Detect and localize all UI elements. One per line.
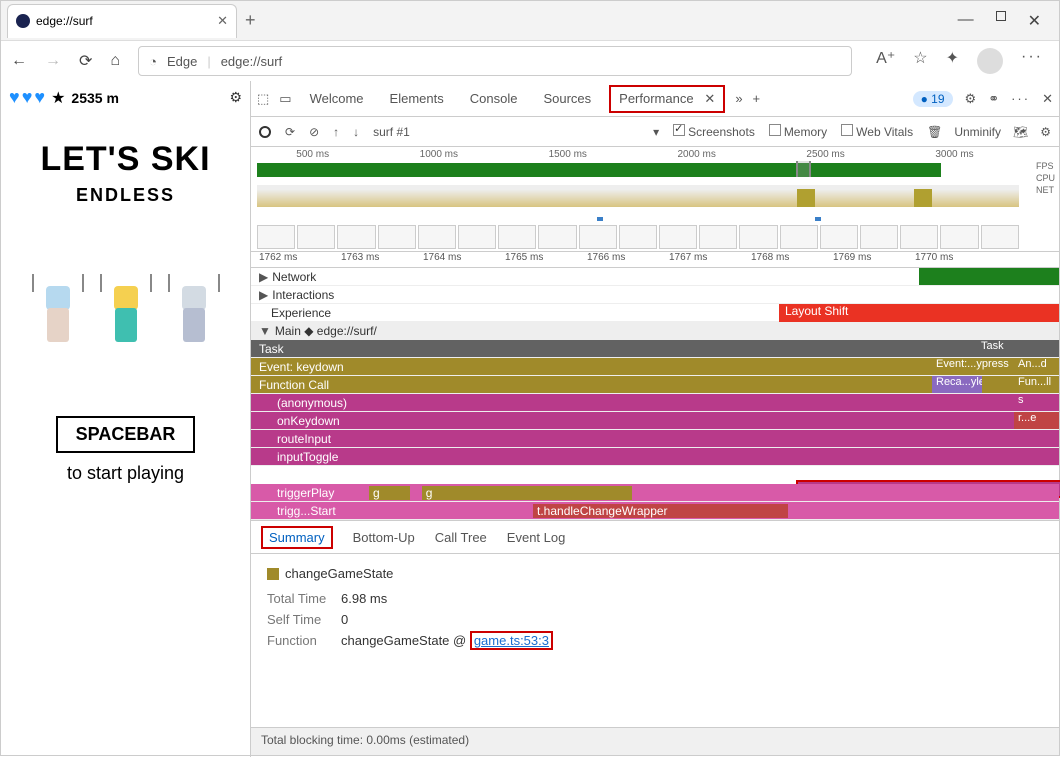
device-icon[interactable]: ▭ [279, 91, 291, 107]
favicon-icon [16, 14, 30, 28]
close-tab-icon[interactable]: ✕ [217, 13, 228, 29]
menu-icon[interactable]: ··· [1021, 48, 1043, 74]
session-select[interactable]: surf #1 [373, 125, 410, 139]
maximize-icon[interactable] [996, 11, 1006, 21]
trash-icon[interactable]: 🗑 [927, 125, 942, 139]
status-bar: Total blocking time: 0.00ms (estimated) [251, 727, 1059, 755]
download-icon[interactable]: ↓ [353, 125, 359, 139]
summary-tab[interactable]: Summary [261, 526, 333, 549]
reading-icon[interactable]: A⁺ [876, 48, 895, 74]
inspect-icon[interactable]: ⬚ [257, 91, 269, 107]
color-swatch [267, 568, 279, 580]
game-panel: ♥♥♥ ★ 2535 m ⚙ LET'S SKI ENDLESS SPACEBA… [1, 81, 251, 757]
clear-icon[interactable]: ⊘ [309, 125, 319, 139]
summary-pane: changeGameState Total Time6.98 ms Self T… [251, 554, 1059, 666]
home-button[interactable]: ⌂ [110, 52, 120, 70]
tab-title: edge://surf [36, 14, 93, 28]
settings-icon[interactable]: ⚙ [229, 89, 242, 106]
character-select[interactable] [36, 282, 216, 372]
game-title: LET'S SKI [40, 140, 210, 179]
overview-timeline[interactable]: 500 ms1000 ms1500 ms2000 ms2500 ms3000 m… [251, 147, 1059, 252]
spacebar-button[interactable]: SPACEBAR [56, 416, 196, 453]
edge-icon: ◔ [149, 54, 157, 69]
devtools-menu-icon[interactable]: ··· [1011, 91, 1030, 106]
sparkle-icon[interactable]: ✦ [946, 48, 959, 74]
record-button[interactable] [259, 126, 271, 138]
gear-icon[interactable]: ⚙ [965, 91, 977, 107]
reload-button[interactable]: ⟳ [79, 51, 92, 71]
devtools-panel: ⬚ ▭ Welcome Elements Console Sources Per… [251, 81, 1059, 757]
messages-badge[interactable]: ● 19 [913, 91, 953, 107]
url-input[interactable]: ◔ Edge | edge://surf [138, 46, 852, 76]
forward-button[interactable]: → [45, 52, 61, 70]
start-message: to start playing [67, 463, 184, 484]
new-tab-button[interactable]: + [245, 10, 256, 31]
screenshots-checkbox[interactable] [673, 124, 685, 136]
tab-sources[interactable]: Sources [535, 87, 599, 110]
webvitals-checkbox[interactable] [841, 124, 853, 136]
profile-avatar[interactable] [977, 48, 1003, 74]
url-text: edge://surf [221, 54, 282, 69]
back-button[interactable]: ← [11, 52, 27, 70]
favorite-icon[interactable]: ☆ [913, 48, 927, 74]
time-ruler: 1762 ms1763 ms1764 ms1765 ms1766 ms1767 … [251, 252, 1059, 268]
browser-tabbar: edge://surf ✕ + — ✕ [1, 1, 1059, 41]
memory-checkbox[interactable] [769, 124, 781, 136]
minimize-icon[interactable]: — [958, 11, 974, 31]
bottomup-tab[interactable]: Bottom-Up [353, 530, 415, 545]
close-window-icon[interactable]: ✕ [1028, 11, 1041, 31]
unminify-button[interactable]: Unminify [954, 125, 1001, 139]
calltree-tab[interactable]: Call Tree [435, 530, 487, 545]
window-controls: — ✕ [958, 11, 1059, 31]
game-subtitle: ENDLESS [76, 185, 175, 206]
tab-elements[interactable]: Elements [382, 87, 452, 110]
eventlog-tab[interactable]: Event Log [507, 530, 566, 545]
star-icon: ★ [51, 88, 65, 108]
score-label: 2535 m [71, 90, 118, 106]
brand-label: Edge [167, 54, 197, 69]
upload-icon[interactable]: ↑ [333, 125, 339, 139]
tab-performance[interactable]: Performance ✕ [609, 85, 725, 113]
toolbar-gear-icon[interactable]: ⚙ [1040, 125, 1051, 139]
tab-welcome[interactable]: Welcome [302, 87, 372, 110]
add-tab-icon[interactable]: + [753, 91, 761, 106]
more-tabs-icon[interactable]: » [735, 91, 742, 106]
activity-icon[interactable]: ⚭ [988, 91, 999, 107]
lives-icon: ♥♥♥ [9, 87, 45, 108]
tab-console[interactable]: Console [462, 87, 526, 110]
close-devtools-icon[interactable]: ✕ [1042, 91, 1053, 107]
browser-tab[interactable]: edge://surf ✕ [7, 4, 237, 38]
source-link[interactable]: game.ts:53:3 [470, 631, 553, 650]
address-bar: ← → ⟳ ⌂ ◔ Edge | edge://surf A⁺ ☆ ✦ ··· [1, 41, 1059, 81]
flame-chart[interactable]: ▶Network ▶Interactions ExperienceLayout … [251, 268, 1059, 520]
reload-profile-icon[interactable]: ⟳ [285, 125, 295, 139]
map-icon[interactable]: 🗺 [1013, 125, 1028, 139]
